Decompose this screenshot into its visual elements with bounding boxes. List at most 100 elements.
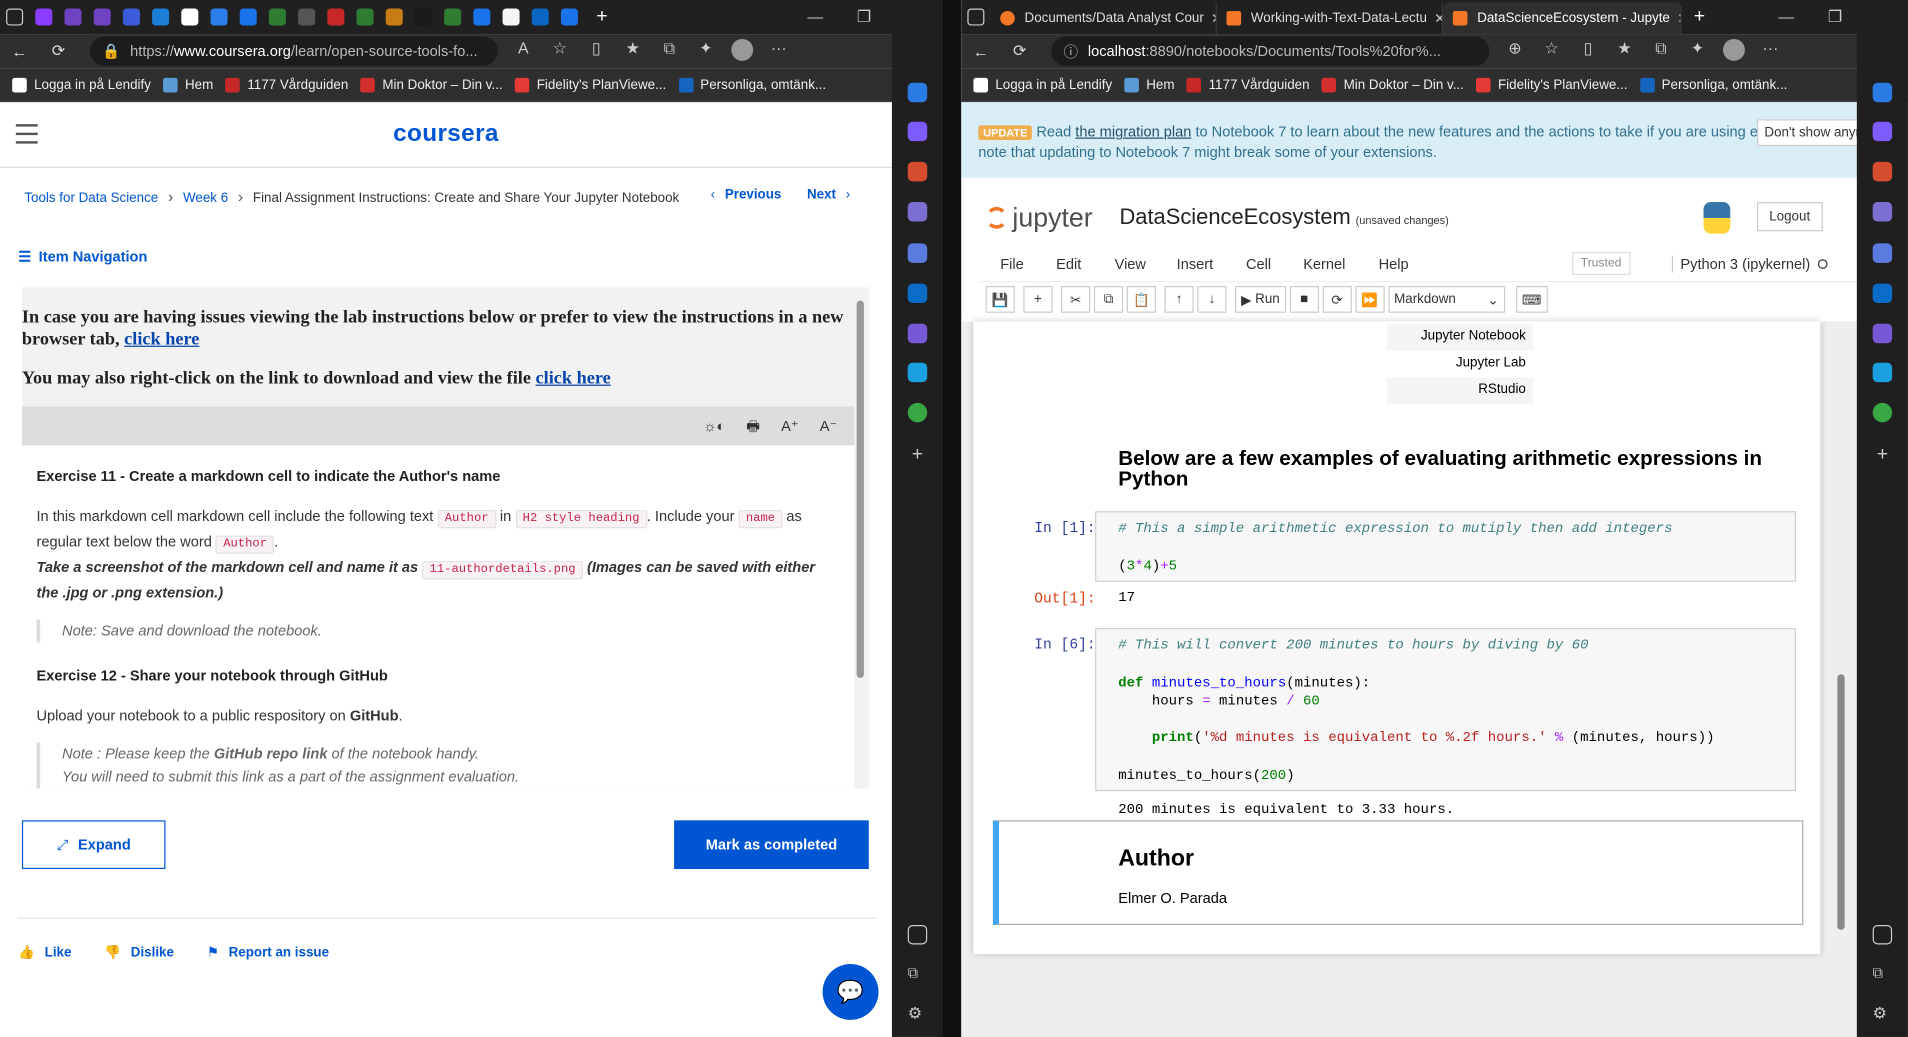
tools-icon[interactable]	[907, 161, 928, 182]
pinned-tab-icon[interactable]	[122, 8, 140, 26]
pinned-tab-icon[interactable]	[268, 8, 286, 26]
tab-documents[interactable]: Documents/Data Analyst Cour✕	[990, 2, 1217, 35]
shopping-tag-icon[interactable]	[907, 121, 928, 142]
save-icon[interactable]: 💾	[985, 286, 1015, 313]
add-icon[interactable]: +	[908, 445, 927, 464]
external-link-icon[interactable]: ⧉	[908, 964, 927, 983]
menu-kernel[interactable]: Kernel	[1303, 256, 1345, 273]
pinned-tab-icon[interactable]	[93, 8, 111, 26]
kernel-indicator[interactable]: Python 3 (ipykernel)	[1671, 255, 1828, 273]
cut-icon[interactable]: ✂	[1061, 286, 1091, 313]
refresh-icon[interactable]: ⟳	[39, 41, 78, 60]
search-icon[interactable]	[1872, 82, 1893, 103]
favorite-item[interactable]: 1177 Vårdguiden	[1186, 77, 1310, 92]
logout-button[interactable]: Logout	[1757, 202, 1823, 232]
code-cell-1[interactable]: # This a simple arithmetic expression to…	[1095, 511, 1796, 582]
tab-datascienceecosystem[interactable]: DataScienceEcosystem - Jupyte✕	[1443, 2, 1682, 35]
markdown-cell-author[interactable]: Author Elmer O. Parada	[992, 820, 1804, 925]
minimize-icon[interactable]: —	[791, 7, 840, 26]
jupyter-logo[interactable]: jupyter	[985, 202, 1093, 234]
keyboard-icon[interactable]: ⌨	[1515, 286, 1548, 313]
like-button[interactable]: 👍 Like	[18, 946, 71, 961]
notebook-title[interactable]: DataScienceEcosystem (unsaved changes)	[1119, 204, 1448, 230]
pinned-tab-icon[interactable]	[239, 8, 257, 26]
theme-toggle-icon[interactable]: ☼◐	[703, 417, 725, 434]
coursera-logo[interactable]: coursera	[0, 120, 892, 148]
split-screen-icon[interactable]: ▯	[578, 38, 615, 64]
more-icon[interactable]: ···	[1752, 38, 1789, 64]
tab-actions-icon[interactable]	[967, 8, 985, 26]
add-icon[interactable]: +	[1873, 445, 1892, 464]
search-icon[interactable]	[907, 82, 928, 103]
trusted-indicator[interactable]: Trusted	[1572, 251, 1630, 276]
star-icon[interactable]: ☆	[541, 38, 578, 64]
tab-close-icon[interactable]: ✕	[1434, 10, 1442, 27]
tab-working-with-text[interactable]: Working-with-Text-Data-Lectu✕	[1217, 2, 1444, 35]
paste-icon[interactable]: 📋	[1126, 286, 1156, 313]
sidebar-toggle-icon[interactable]	[907, 924, 928, 945]
pinned-tab-icon[interactable]	[327, 8, 345, 26]
tree-icon[interactable]	[907, 402, 928, 423]
designer-icon[interactable]	[907, 323, 928, 344]
menu-view[interactable]: View	[1115, 256, 1146, 273]
tab-close-icon[interactable]: ✕	[1677, 10, 1680, 27]
report-issue-button[interactable]: ⚑ Report an issue	[207, 946, 329, 961]
read-aloud-icon[interactable]: A	[505, 38, 542, 64]
copy-icon[interactable]: ⧉	[1093, 286, 1124, 313]
favorites-icon[interactable]: ★	[1606, 38, 1643, 64]
breadcrumb-course[interactable]: Tools for Data Science	[24, 191, 158, 206]
next-link[interactable]: Next	[807, 187, 836, 202]
collections-icon[interactable]: ⧉	[651, 38, 688, 64]
move-down-icon[interactable]: ↓	[1197, 286, 1227, 313]
print-icon[interactable]: 🖶	[746, 417, 760, 434]
favorite-item[interactable]: Personliga, omtänk...	[1639, 77, 1787, 92]
maximize-icon[interactable]: ❐	[1811, 7, 1860, 26]
run-all-icon[interactable]: ⏩	[1355, 286, 1385, 313]
settings-gear-icon[interactable]: ⚙	[908, 1004, 927, 1023]
back-icon[interactable]: ←	[0, 42, 39, 60]
restart-icon[interactable]: ⟳	[1322, 286, 1352, 313]
favorite-item[interactable]: Logga in på Lendify	[12, 77, 151, 92]
send-icon[interactable]	[907, 362, 928, 383]
designer-icon[interactable]	[1872, 323, 1893, 344]
refresh-icon[interactable]: ⟳	[1000, 41, 1039, 60]
collections-icon[interactable]: ⧉	[1643, 38, 1680, 64]
click-here-link-1[interactable]: click here	[124, 330, 199, 349]
run-button[interactable]: ▶ Run	[1235, 286, 1286, 313]
pinned-tab-icon[interactable]	[35, 8, 53, 26]
pinned-tab-icon[interactable]	[385, 8, 403, 26]
pinned-tab-icon[interactable]	[414, 8, 432, 26]
pinned-tab-icon[interactable]	[560, 8, 578, 26]
games-icon[interactable]	[1872, 202, 1893, 222]
pinned-tab-icon[interactable]	[210, 8, 228, 26]
profile-icon[interactable]	[1716, 38, 1753, 64]
menu-cell[interactable]: Cell	[1246, 256, 1271, 273]
favorite-item[interactable]: 1177 Vårdguiden	[225, 77, 348, 92]
maximize-icon[interactable]: ❐	[840, 7, 889, 26]
pinned-tab-icon[interactable]	[473, 8, 491, 26]
url-field[interactable]: 🔒 https://www.coursera.org/learn/open-so…	[90, 36, 498, 66]
insert-cell-icon[interactable]: +	[1023, 286, 1053, 313]
font-increase-icon[interactable]: A⁺	[781, 417, 798, 434]
tools-icon[interactable]	[1872, 161, 1893, 182]
new-tab-plus-icon[interactable]: +	[596, 6, 607, 28]
favorite-item[interactable]: Hem	[163, 77, 213, 92]
stop-icon[interactable]: ■	[1289, 286, 1319, 313]
outlook-icon[interactable]	[907, 283, 928, 304]
profile-icon[interactable]	[724, 38, 761, 64]
favorite-item[interactable]: Hem	[1124, 77, 1175, 92]
pinned-tab-icon[interactable]	[64, 8, 82, 26]
copilot-icon[interactable]	[907, 243, 928, 263]
pinned-tab-icon[interactable]	[356, 8, 374, 26]
menu-file[interactable]: File	[1000, 256, 1024, 273]
favorite-item[interactable]: Fidelity's PlanViewe...	[514, 77, 666, 92]
font-decrease-icon[interactable]: A⁻	[820, 417, 837, 434]
zoom-icon[interactable]: ⊕	[1497, 38, 1534, 64]
sidebar-toggle-icon[interactable]	[1872, 924, 1893, 945]
favorite-item[interactable]: Fidelity's PlanViewe...	[1476, 77, 1628, 92]
expand-button[interactable]: ⤢ Expand	[21, 820, 166, 870]
lab-scrollbar[interactable]	[856, 300, 864, 678]
pinned-tab-icon[interactable]	[181, 8, 199, 26]
more-icon[interactable]: ···	[761, 38, 798, 64]
favorite-item[interactable]: Logga in på Lendify	[973, 77, 1112, 92]
